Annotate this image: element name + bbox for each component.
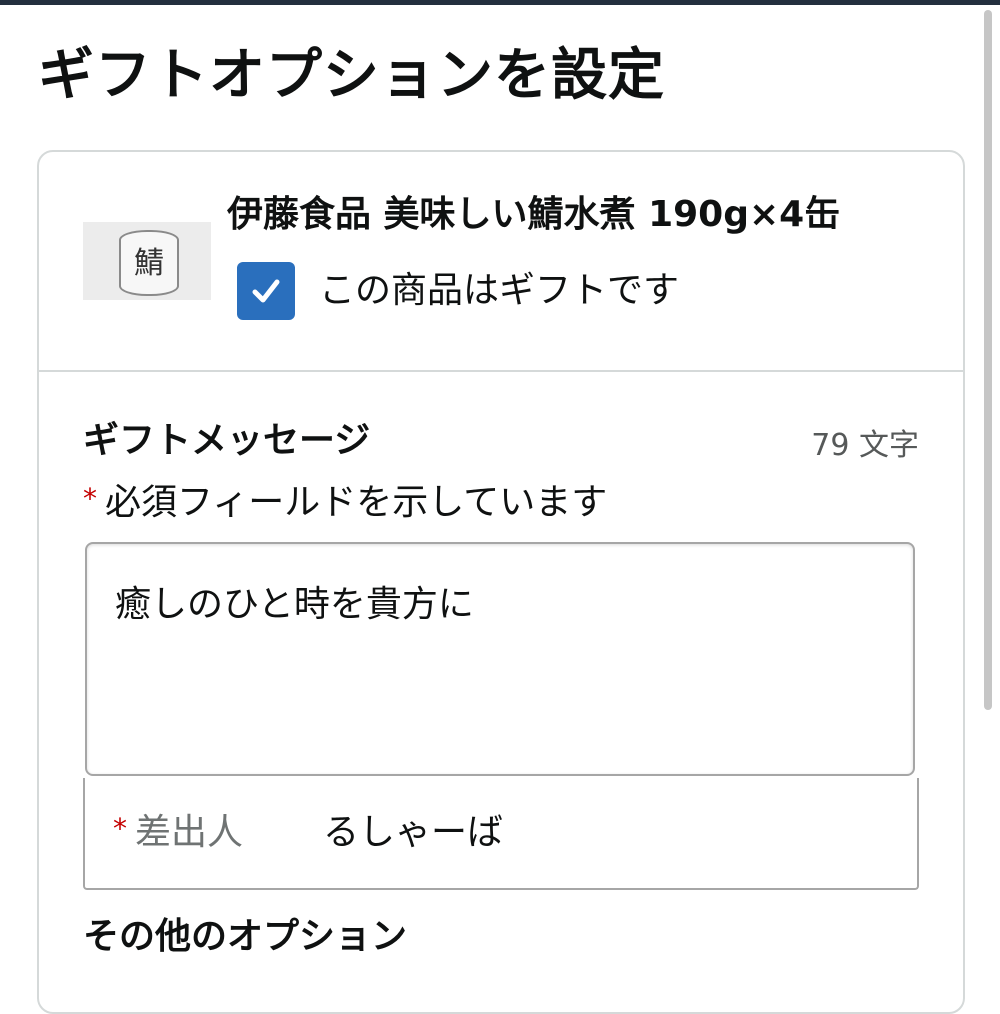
gift-checkbox-label[interactable]: この商品はギフトです [319,266,679,316]
can-label-text: 鯖 [134,246,164,281]
sender-field[interactable]: * 差出人 るしゃーば [83,778,919,890]
sender-label: * 差出人 [113,808,243,860]
required-asterisk: * [113,812,127,845]
gift-message-input[interactable]: 癒しのひと時を貴方に [85,542,915,776]
divider [39,370,963,372]
page-title: ギフトオプションを設定 [38,43,665,108]
product-name: 伊藤食品 美味しい鯖水煮 190g×4缶 [227,194,841,235]
sender-label-text: 差出人 [135,812,244,853]
char-count: 79 文字 [811,428,919,463]
other-options-title: その他のオプション [83,916,408,957]
can-image: 鯖 [119,230,179,296]
required-note: * 必須フィールドを示しています [83,478,607,530]
top-bar [0,0,1000,5]
required-asterisk: * [83,482,97,515]
gift-message-title: ギフトメッセージ [83,420,371,461]
sender-input[interactable]: るしゃーば [323,808,503,858]
product-image: 鯖 [83,222,211,300]
checkmark-icon [252,279,280,303]
gift-options-card: 鯖 伊藤食品 美味しい鯖水煮 190g×4缶 この商品はギフトです ギフトメッセ… [37,150,965,1014]
scrollbar[interactable] [984,10,992,710]
required-note-text: 必須フィールドを示しています [105,482,608,523]
gift-checkbox[interactable] [237,262,295,320]
